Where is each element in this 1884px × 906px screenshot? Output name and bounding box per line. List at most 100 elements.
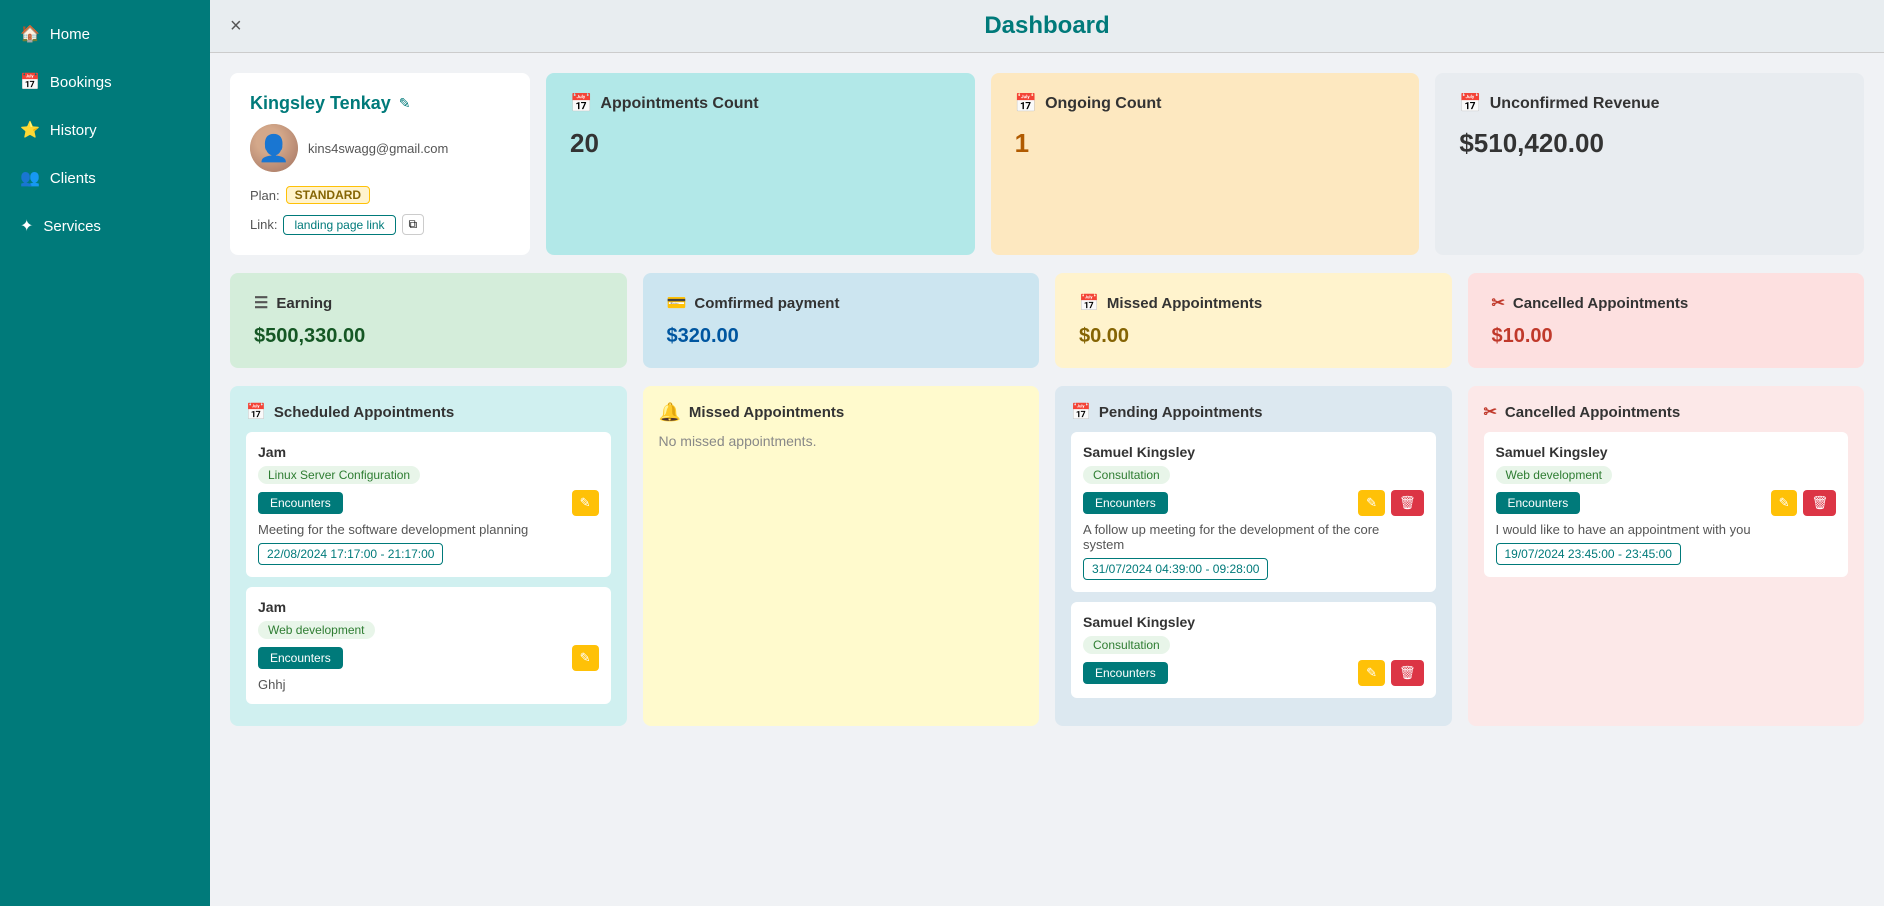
missed-appointments-title: 📅 Missed Appointments	[1079, 293, 1428, 313]
pending-appt-delete-btn-0[interactable]: 🗑	[1391, 490, 1424, 516]
copy-link-button[interactable]: ⧉	[402, 214, 425, 235]
pending-appt-time-0: 31/07/2024 04:39:00 - 09:28:00	[1083, 558, 1268, 580]
sidebar-item-label-bookings: Bookings	[50, 74, 112, 91]
scheduled-appointments-section: 📅 Scheduled Appointments Jam Linux Serve…	[230, 386, 627, 726]
missed-appointments-icon: 📅	[1079, 293, 1099, 313]
scheduled-appt-name-1: Jam	[258, 599, 599, 615]
ongoing-count-label: Ongoing Count	[1045, 95, 1161, 113]
cancelled-appt-desc-0: I would like to have an appointment with…	[1496, 522, 1837, 537]
sidebar: 🏠 Home 📅 Bookings ⭐ History 👥 Clients ✦ …	[0, 0, 210, 906]
ongoing-count-value: 1	[1015, 128, 1396, 159]
history-icon: ⭐	[20, 120, 40, 140]
landing-page-link-button[interactable]: landing page link	[283, 215, 395, 235]
bookings-icon: 📅	[20, 72, 40, 92]
profile-details: kins4swagg@gmail.com	[308, 141, 448, 156]
scheduled-appt-edit-btn-0[interactable]: ✎	[572, 490, 599, 516]
missed-appointments-value: $0.00	[1079, 325, 1428, 348]
scheduled-appt-name-0: Jam	[258, 444, 599, 460]
pending-appointments-icon: 📅	[1071, 402, 1091, 422]
pending-appt-service-1: Consultation	[1083, 636, 1170, 654]
missed-appointments-card: 📅 Missed Appointments $0.00	[1055, 273, 1452, 368]
sidebar-item-services[interactable]: ✦ Services	[0, 202, 210, 250]
scheduled-appt-encounters-btn-0[interactable]: Encounters	[258, 492, 343, 514]
ongoing-count-title: 📅 Ongoing Count	[1015, 93, 1396, 114]
cancelled-appointments-value: $10.00	[1492, 325, 1841, 348]
cancelled-appointments-section-label: Cancelled Appointments	[1505, 404, 1680, 421]
cancelled-appt-encounters-btn-0[interactable]: Encounters	[1496, 492, 1581, 514]
scheduled-appt-card-0: Jam Linux Server Configuration Encounter…	[246, 432, 611, 577]
cancelled-appointments-label: Cancelled Appointments	[1513, 295, 1688, 312]
pending-appt-edit-btn-0[interactable]: ✎	[1358, 490, 1385, 516]
pending-appt-delete-btn-1[interactable]: 🗑	[1391, 660, 1424, 686]
profile-name-row: Kingsley Tenkay ✎	[250, 93, 510, 114]
home-icon: 🏠	[20, 24, 40, 44]
dashboard: Kingsley Tenkay ✎ 👤 kins4swagg@gmail.com…	[210, 53, 1884, 746]
unconfirmed-revenue-label: Unconfirmed Revenue	[1490, 95, 1660, 113]
cancelled-appointments-section: ✂ Cancelled Appointments Samuel Kingsley…	[1468, 386, 1865, 726]
earning-value: $500,330.00	[254, 325, 603, 348]
pending-appt-card-1: Samuel Kingsley Consultation Encounters …	[1071, 602, 1436, 698]
confirmed-payment-title: 💳 Comfirmed payment	[667, 293, 1016, 313]
unconfirmed-revenue-card: 📅 Unconfirmed Revenue $510,420.00	[1435, 73, 1864, 255]
plan-badge: STANDARD	[286, 186, 370, 204]
sidebar-item-label-services: Services	[43, 218, 101, 235]
scheduled-appointments-icon: 📅	[246, 402, 266, 422]
pending-appt-service-0: Consultation	[1083, 466, 1170, 484]
appointments-count-card: 📅 Appointments Count 20	[546, 73, 975, 255]
services-icon: ✦	[20, 216, 33, 236]
missed-appointments-section-icon: 🔔	[659, 402, 681, 423]
cancelled-appt-time-0: 19/07/2024 23:45:00 - 23:45:00	[1496, 543, 1681, 565]
avatar: 👤	[250, 124, 298, 172]
sidebar-item-clients[interactable]: 👥 Clients	[0, 154, 210, 202]
profile-edit-icon[interactable]: ✎	[399, 95, 411, 112]
scheduled-appt-time-0: 22/08/2024 17:17:00 - 21:17:00	[258, 543, 443, 565]
scheduled-appt-row-1: Encounters ✎	[258, 645, 599, 671]
sidebar-item-label-history: History	[50, 122, 97, 139]
cancelled-appointments-card: ✂ Cancelled Appointments $10.00	[1468, 273, 1865, 368]
profile-name: Kingsley Tenkay	[250, 93, 391, 114]
confirmed-payment-card: 💳 Comfirmed payment $320.00	[643, 273, 1040, 368]
pending-appointments-label: Pending Appointments	[1099, 404, 1263, 421]
page-title: Dashboard	[984, 12, 1109, 40]
cancelled-appt-service-0: Web development	[1496, 466, 1613, 484]
pending-appt-encounters-btn-1[interactable]: Encounters	[1083, 662, 1168, 684]
scheduled-appt-desc-0: Meeting for the software development pla…	[258, 522, 599, 537]
cancelled-appt-row-0: Encounters ✎ 🗑	[1496, 490, 1837, 516]
scheduled-appt-card-1: Jam Web development Encounters ✎ Ghhj	[246, 587, 611, 704]
missed-appointments-section: 🔔 Missed Appointments No missed appointm…	[643, 386, 1040, 726]
cancelled-appt-edit-btn-0[interactable]: ✎	[1771, 490, 1798, 516]
close-button[interactable]: ×	[230, 15, 242, 38]
scheduled-appt-row-0: Encounters ✎	[258, 490, 599, 516]
sidebar-item-label-clients: Clients	[50, 170, 96, 187]
header: × Dashboard	[210, 0, 1884, 53]
profile-card: Kingsley Tenkay ✎ 👤 kins4swagg@gmail.com…	[230, 73, 530, 255]
pending-appt-actions-0: ✎ 🗑	[1358, 490, 1423, 516]
clients-icon: 👥	[20, 168, 40, 188]
cancelled-appointments-section-icon: ✂	[1484, 402, 1497, 422]
missed-appointments-section-title: 🔔 Missed Appointments	[659, 402, 1024, 423]
cancelled-appt-delete-btn-0[interactable]: 🗑	[1803, 490, 1836, 516]
scheduled-appt-edit-btn-1[interactable]: ✎	[572, 645, 599, 671]
plan-label: Plan:	[250, 188, 280, 203]
unconfirmed-revenue-icon: 📅	[1459, 93, 1481, 114]
unconfirmed-revenue-title: 📅 Unconfirmed Revenue	[1459, 93, 1840, 114]
confirmed-payment-value: $320.00	[667, 325, 1016, 348]
cancelled-appointments-title: ✂ Cancelled Appointments	[1492, 293, 1841, 313]
pending-appointments-section: 📅 Pending Appointments Samuel Kingsley C…	[1055, 386, 1452, 726]
sidebar-item-home[interactable]: 🏠 Home	[0, 10, 210, 58]
pending-appt-encounters-btn-0[interactable]: Encounters	[1083, 492, 1168, 514]
pending-appt-edit-btn-1[interactable]: ✎	[1358, 660, 1385, 686]
scheduled-appt-encounters-btn-1[interactable]: Encounters	[258, 647, 343, 669]
unconfirmed-revenue-value: $510,420.00	[1459, 128, 1840, 159]
sidebar-item-history[interactable]: ⭐ History	[0, 106, 210, 154]
profile-plan: Plan: STANDARD	[250, 186, 510, 204]
confirmed-payment-label: Comfirmed payment	[694, 295, 839, 312]
cancelled-appointments-section-title: ✂ Cancelled Appointments	[1484, 402, 1849, 422]
earning-title: ☰ Earning	[254, 293, 603, 313]
profile-info: 👤 kins4swagg@gmail.com	[250, 124, 510, 172]
sidebar-item-label-home: Home	[50, 26, 90, 43]
sidebar-item-bookings[interactable]: 📅 Bookings	[0, 58, 210, 106]
pending-appt-name-1: Samuel Kingsley	[1083, 614, 1424, 630]
cancelled-appt-card-0: Samuel Kingsley Web development Encounte…	[1484, 432, 1849, 577]
appointments-row: 📅 Scheduled Appointments Jam Linux Serve…	[230, 386, 1864, 726]
